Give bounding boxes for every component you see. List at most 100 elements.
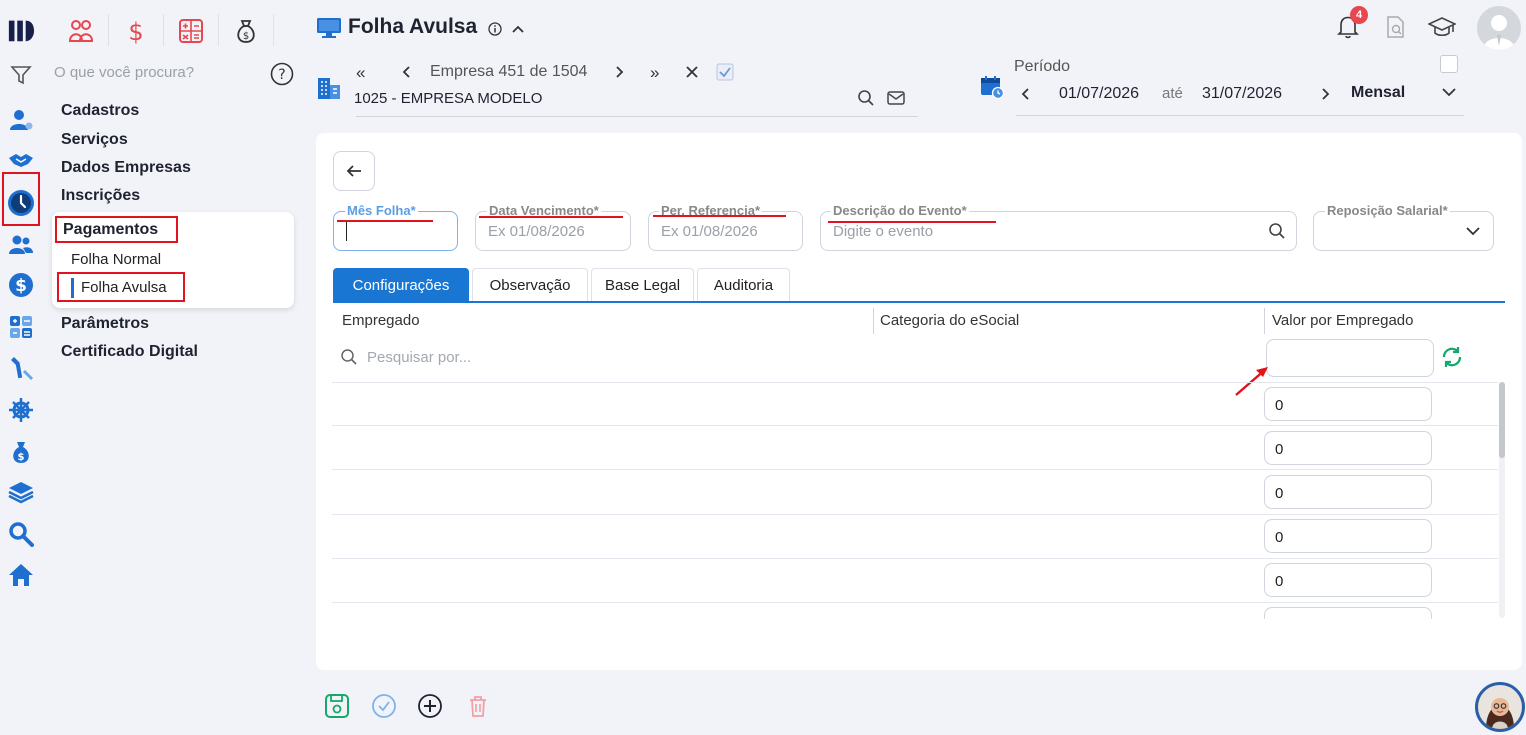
tab-auditoria[interactable]: Auditoria — [697, 268, 790, 302]
svg-text:$: $ — [15, 276, 27, 296]
dollar-module-icon[interactable]: $ — [113, 8, 159, 54]
company-nav-text: Empresa 451 de 1504 — [430, 63, 588, 80]
table-row-divider — [332, 602, 1498, 603]
tools-icon[interactable] — [7, 354, 35, 382]
building-icon — [316, 75, 342, 101]
people-module-icon[interactable] — [58, 8, 104, 54]
table-row-divider — [332, 382, 1498, 383]
mes-folha-label: Mês Folha* — [345, 203, 418, 218]
layers-icon[interactable] — [7, 478, 35, 506]
chevron-down-icon[interactable] — [1463, 223, 1483, 239]
mail-icon[interactable] — [887, 90, 905, 106]
menu-item-inscricoes[interactable]: Inscrições — [61, 187, 140, 205]
annotation-folha-avulsa-highlight — [57, 272, 185, 302]
app-logo[interactable] — [7, 16, 35, 44]
last-company-button[interactable]: » — [650, 63, 659, 83]
close-icon[interactable] — [684, 64, 700, 80]
valor-input-row-5[interactable]: 0 — [1264, 563, 1432, 597]
module-separator — [218, 14, 219, 46]
refresh-icon[interactable] — [1440, 345, 1464, 369]
valor-input-row-6-partial[interactable] — [1264, 607, 1432, 619]
annotation-underline — [337, 220, 433, 222]
period-label: Período — [1014, 58, 1071, 75]
annotation-underline — [653, 215, 786, 217]
column-empregado: Empregado — [342, 312, 420, 329]
document-search-icon[interactable] — [1385, 15, 1407, 39]
graduation-cap-icon[interactable] — [1428, 15, 1456, 39]
calculator-module-icon[interactable] — [168, 8, 214, 54]
svg-text:$: $ — [128, 18, 143, 45]
confirm-icon[interactable] — [370, 692, 398, 720]
company-search-icon[interactable] — [857, 89, 875, 107]
monitor-icon — [316, 16, 342, 40]
valor-input-row-2[interactable]: 0 — [1264, 431, 1432, 465]
column-valor-empregado: Valor por Empregado — [1272, 312, 1414, 329]
add-icon[interactable] — [416, 692, 444, 720]
table-search-input[interactable]: Pesquisar por... — [367, 349, 471, 366]
tab-base-legal[interactable]: Base Legal — [591, 268, 694, 302]
module-separator — [273, 14, 274, 46]
descricao-evento-placeholder: Digite o evento — [833, 223, 934, 240]
valor-bulk-input[interactable] — [1266, 339, 1434, 377]
search-icon[interactable] — [7, 520, 35, 548]
period-checkbox[interactable] — [1440, 55, 1458, 73]
annotation-underline — [479, 216, 623, 218]
menu-search-input[interactable]: O que você procura? — [54, 64, 194, 81]
annotation-underline — [828, 221, 996, 223]
menu-item-dados-empresas[interactable]: Dados Empresas — [61, 159, 191, 177]
valor-input-row-3[interactable]: 0 — [1264, 475, 1432, 509]
home-icon[interactable] — [7, 561, 35, 589]
reposicao-salarial-label: Reposição Salarial* — [1325, 203, 1450, 218]
table-row-divider — [332, 514, 1498, 515]
period-end[interactable]: 31/07/2026 — [1202, 85, 1282, 103]
assistant-avatar[interactable] — [1475, 682, 1525, 732]
money-bag-icon[interactable]: $ — [7, 438, 35, 466]
company-underline — [356, 116, 918, 117]
first-company-button[interactable]: « — [356, 63, 365, 83]
menu-item-servicos[interactable]: Serviços — [61, 131, 128, 149]
chevron-down-icon[interactable] — [1440, 84, 1458, 100]
tab-observacao[interactable]: Observação — [472, 268, 588, 302]
prev-company-icon[interactable] — [400, 62, 414, 82]
svg-text:$: $ — [18, 452, 25, 463]
delete-icon[interactable] — [464, 692, 492, 720]
text-cursor — [346, 221, 347, 241]
tab-underline — [333, 301, 1505, 303]
helm-icon[interactable] — [7, 396, 35, 424]
valor-input-row-1[interactable]: 0 — [1264, 387, 1432, 421]
check-box-icon[interactable] — [716, 63, 734, 81]
column-categoria-esocial: Categoria do eSocial — [880, 312, 1020, 329]
chevron-up-icon[interactable] — [510, 22, 526, 36]
menu-item-certificado-digital[interactable]: Certificado Digital — [61, 343, 198, 361]
handshake-icon[interactable] — [7, 146, 35, 174]
period-start[interactable]: 01/07/2026 — [1059, 85, 1139, 103]
save-icon[interactable] — [323, 692, 351, 720]
period-separator: até — [1162, 85, 1183, 102]
valor-input-row-4[interactable]: 0 — [1264, 519, 1432, 553]
prev-period-icon[interactable] — [1019, 84, 1033, 104]
icon-rail: $ $ — [0, 0, 42, 735]
company-name[interactable]: 1025 - EMPRESA MODELO — [354, 90, 542, 107]
submenu-folha-normal[interactable]: Folha Normal — [71, 251, 161, 268]
menu-item-parametros[interactable]: Parâmetros — [61, 315, 149, 333]
dollar-icon[interactable]: $ — [7, 271, 35, 299]
avatar[interactable] — [1477, 6, 1521, 50]
period-underline — [1016, 115, 1464, 116]
users-settings-icon[interactable] — [7, 106, 35, 134]
people-icon[interactable] — [7, 231, 35, 259]
menu-item-cadastros[interactable]: Cadastros — [61, 102, 139, 120]
money-bag-module-icon[interactable]: $ — [223, 8, 269, 54]
table-scrollbar-thumb[interactable] — [1499, 382, 1505, 458]
calculator-icon[interactable] — [7, 313, 35, 341]
tab-configuracoes[interactable]: Configurações — [333, 268, 469, 302]
help-icon[interactable]: ? — [270, 62, 294, 86]
evento-search-icon[interactable] — [1268, 222, 1286, 240]
back-button[interactable] — [333, 151, 375, 191]
period-mode-select[interactable]: Mensal — [1351, 84, 1405, 102]
filter-icon[interactable] — [7, 61, 35, 89]
next-period-icon[interactable] — [1318, 84, 1332, 104]
annotation-clock-highlight — [2, 172, 40, 226]
info-icon[interactable] — [488, 22, 502, 36]
next-company-icon[interactable] — [612, 62, 626, 82]
page-title: Folha Avulsa — [348, 15, 478, 38]
